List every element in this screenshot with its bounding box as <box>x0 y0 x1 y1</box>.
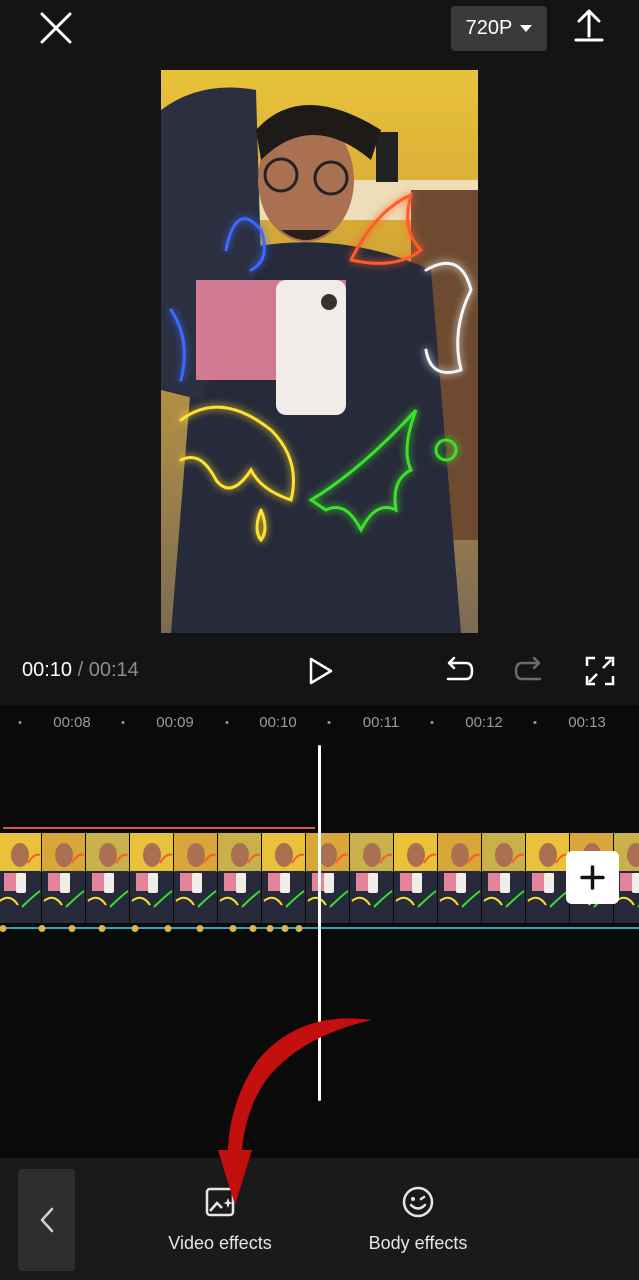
clip-thumbnail <box>306 833 350 923</box>
ruler-dot <box>18 721 22 724</box>
clip-thumbnail <box>262 833 306 923</box>
time-ruler: 00:08 00:09 00:10 00:11 00:12 00:13 <box>0 705 639 741</box>
upload-icon <box>574 9 604 42</box>
timeline[interactable]: 00:08 00:09 00:10 00:11 00:12 00:13 <box>0 705 639 1158</box>
video-preview[interactable] <box>161 70 478 633</box>
undo-icon <box>446 656 474 681</box>
clip-thumbnail <box>482 833 526 923</box>
play-button[interactable] <box>303 654 337 688</box>
ruler-dot <box>533 721 537 724</box>
ruler-dot <box>225 721 229 724</box>
clip-thumbnail <box>174 833 218 923</box>
ruler-label: 00:08 <box>53 714 91 731</box>
ruler-label: 00:10 <box>259 714 297 731</box>
fullscreen-icon <box>585 656 615 686</box>
time-display: 00:10 / 00:14 <box>22 659 139 682</box>
body-effects-label: Body effects <box>368 1233 468 1253</box>
keyframe-dot[interactable] <box>249 925 257 932</box>
ruler-dot <box>430 721 434 724</box>
time-separator: / <box>77 659 84 681</box>
ruler-label: 00:13 <box>568 714 606 731</box>
keyframe-dot[interactable] <box>229 925 237 932</box>
back-button[interactable] <box>18 1169 75 1271</box>
clip-thumbnail <box>0 833 42 923</box>
fullscreen-button[interactable] <box>583 654 617 688</box>
play-icon <box>309 657 333 685</box>
keyframe-dot[interactable] <box>266 925 274 932</box>
preview-image <box>161 70 478 633</box>
ruler-label: 00:11 <box>362 714 400 731</box>
keyframe-dot[interactable] <box>98 925 106 932</box>
keyframe-dot[interactable] <box>131 925 139 932</box>
redo-icon <box>514 656 542 681</box>
undo-button[interactable] <box>442 654 476 688</box>
body-effects-icon <box>402 1186 434 1218</box>
keyframe-dot[interactable] <box>196 925 204 932</box>
video-effects-button[interactable]: Video effects <box>140 1184 300 1254</box>
video-effects-icon <box>205 1187 235 1217</box>
bottom-toolbar: Video effects Body effects <box>0 1158 639 1280</box>
keyframe-dot[interactable] <box>164 925 172 932</box>
clip-thumbnail <box>394 833 438 923</box>
top-bar: 720P <box>0 0 639 60</box>
current-time: 00:10 <box>22 659 73 681</box>
keyframe-dot[interactable] <box>38 925 46 932</box>
resolution-label: 720P <box>465 17 513 39</box>
playhead[interactable] <box>318 745 321 1101</box>
ruler-label: 00:12 <box>465 714 503 731</box>
redo-button[interactable] <box>512 654 546 688</box>
chevron-left-icon <box>40 1207 53 1233</box>
resolution-dropdown[interactable]: 720P <box>451 6 547 51</box>
clip-thumbnail <box>86 833 130 923</box>
ruler-label: 00:09 <box>156 714 194 731</box>
ruler-dot <box>327 721 331 724</box>
playback-controls: 00:10 / 00:14 <box>0 640 639 704</box>
close-button[interactable] <box>36 8 76 48</box>
ruler-dot <box>121 721 125 724</box>
clip-thumbnail <box>438 833 482 923</box>
body-effects-button[interactable]: Body effects <box>338 1184 498 1254</box>
keyframe-dot[interactable] <box>68 925 76 932</box>
plus-icon <box>580 865 605 890</box>
keyframe-dot[interactable] <box>0 925 7 932</box>
clip-thumbnail <box>350 833 394 923</box>
total-time: 00:14 <box>88 659 139 681</box>
caret-down-icon <box>520 25 533 32</box>
effect-track-bar[interactable] <box>3 827 315 829</box>
video-effects-label: Video effects <box>168 1233 272 1253</box>
export-button[interactable] <box>571 6 607 46</box>
clip-thumbnail <box>42 833 86 923</box>
clip-thumbnail <box>526 833 570 923</box>
add-clip-button[interactable] <box>566 851 619 904</box>
keyframe-dot[interactable] <box>295 925 303 932</box>
clip-thumbnail <box>130 833 174 923</box>
clip-thumbnail <box>218 833 262 923</box>
close-icon <box>40 12 72 44</box>
keyframe-dot[interactable] <box>281 925 289 932</box>
